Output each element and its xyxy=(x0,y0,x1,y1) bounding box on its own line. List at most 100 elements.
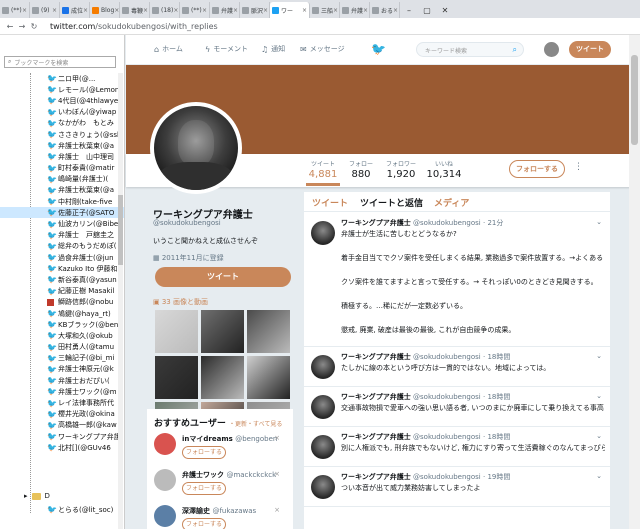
close-icon[interactable]: × xyxy=(173,7,178,14)
sidebar-scroll-thumb[interactable] xyxy=(118,195,123,265)
bookmark-item[interactable]: 🐦 櫻井光政(@okina xyxy=(0,409,124,420)
bookmark-item[interactable]: 🐦 嶋崎量(弁護士)( xyxy=(0,174,124,185)
bookmark-item[interactable]: 🐦 過食弁護士(@jun xyxy=(0,252,124,263)
user-avatar[interactable] xyxy=(154,469,176,491)
user-name[interactable]: 弁護士ワック @mackckckck xyxy=(182,470,276,480)
reload-icon[interactable]: ↻ xyxy=(28,22,40,31)
more-icon[interactable]: ⋮ xyxy=(574,162,583,172)
close-window-icon[interactable]: ✕ xyxy=(436,2,454,18)
media-thumbnail[interactable] xyxy=(201,310,244,353)
browser-tab[interactable]: 毒鞭 × xyxy=(120,2,150,18)
bookmark-item[interactable]: 🐦 弁護士神原元(@k xyxy=(0,364,124,375)
bookmark-item[interactable]: 🐦 弁護士秋葉束(@a xyxy=(0,185,124,196)
bookmark-item[interactable]: 🐦 中村剛(take-five xyxy=(0,196,124,207)
tweet[interactable]: ワーキングプア弁護士 @sokudokubengosi · 18時間 ⌄ 別に人権派… xyxy=(304,427,610,467)
tweet-time[interactable]: 18時間 xyxy=(487,393,510,401)
user-name[interactable]: inマイdreams @bengoben xyxy=(182,434,277,444)
bookmark-item[interactable]: 鰤跡信郎(@nobu xyxy=(0,297,124,308)
close-icon[interactable]: × xyxy=(302,7,307,14)
stat-following[interactable]: フォロー 880 xyxy=(348,159,374,180)
twitter-logo-icon[interactable]: 🐦 xyxy=(371,42,386,56)
tab-tweets-replies[interactable]: ツイートと返信 xyxy=(360,196,423,209)
close-icon[interactable]: × xyxy=(143,7,148,14)
bookmark-item[interactable]: 🐦 Kazuko Ito 伊藤和 xyxy=(0,263,124,274)
bookmark-item[interactable]: 🐦 4代目(@4thlawye xyxy=(0,95,124,106)
tweet-author-name[interactable]: ワーキングプア弁護士 xyxy=(341,219,411,227)
bookmark-item[interactable]: 🐦 紀藤正樹 Masakil xyxy=(0,286,124,297)
twitter-search-input[interactable]: キーワード検索 ⌕ xyxy=(416,42,524,57)
close-icon[interactable]: × xyxy=(202,7,207,14)
tweet[interactable]: ワーキングプア弁護士 @sokudokubengosi · 18時間 ⌄ 交通事故物… xyxy=(304,387,610,427)
chevron-down-icon[interactable]: ⌄ xyxy=(596,352,602,360)
tweet-to-button[interactable]: ツイート xyxy=(155,267,291,287)
tweet-time[interactable]: 21分 xyxy=(487,219,503,227)
nav-messages[interactable]: ✉ メッセージ xyxy=(300,44,345,54)
tweet-author-name[interactable]: ワーキングプア弁護士 xyxy=(341,353,411,361)
browser-tab[interactable]: ワー × xyxy=(270,2,310,18)
account-avatar[interactable] xyxy=(544,42,559,57)
sidebar-scrollbar[interactable] xyxy=(118,73,123,529)
chevron-down-icon[interactable]: ⌄ xyxy=(596,392,602,400)
bookmark-search-input[interactable]: ⌕ ブックマークを検索 xyxy=(4,56,116,68)
forward-icon[interactable]: → xyxy=(16,22,28,31)
bookmark-item[interactable]: 🐦 弁護士秋葉束(@a xyxy=(0,140,124,151)
bookmark-item[interactable]: 🐦 総弁のもうだめぽ( xyxy=(0,241,124,252)
tweet-avatar[interactable] xyxy=(311,395,335,419)
bookmark-item[interactable]: 🐦 いわぼん(@yiwap xyxy=(0,107,124,118)
tweet-author-name[interactable]: ワーキングプア弁護士 xyxy=(341,393,411,401)
browser-tab[interactable]: 三船 × xyxy=(310,2,340,18)
media-thumbnail[interactable] xyxy=(247,310,290,353)
bookmark-item[interactable]: 🐦 大塚和久(@okub xyxy=(0,330,124,341)
tab-tweets[interactable]: ツイート xyxy=(312,196,348,209)
bookmark-item[interactable]: 🐦 北村[](@GUv46 xyxy=(0,442,124,453)
tweet-time[interactable]: 19時間 xyxy=(487,473,510,481)
chevron-down-icon[interactable]: ⌄ xyxy=(596,432,602,440)
who-to-follow-links[interactable]: ・更新・すべて見る xyxy=(229,419,282,428)
browser-tab[interactable]: (18) × xyxy=(150,2,180,18)
profile-avatar[interactable] xyxy=(150,102,242,194)
browser-tab[interactable]: (**) × xyxy=(180,2,210,18)
stat-likes[interactable]: いいね 10,314 xyxy=(426,159,462,180)
close-icon[interactable]: × xyxy=(52,7,57,14)
bookmark-item[interactable]: 🐦 二ロ甲(@... xyxy=(0,73,124,84)
minimize-icon[interactable]: – xyxy=(400,2,418,18)
bookmark-item[interactable]: 🐦 ワーキングプア弁護 xyxy=(0,431,124,442)
tweet[interactable]: ワーキングプア弁護士 @sokudokubengosi · 21分 ⌄ 弁護士が生活… xyxy=(304,213,610,347)
tweet-author-name[interactable]: ワーキングプア弁護士 xyxy=(341,433,411,441)
bookmark-item[interactable]: 🐦 佐藤正子(@SATO xyxy=(0,207,124,219)
dismiss-icon[interactable]: × xyxy=(274,470,280,478)
stat-tweets[interactable]: ツイート 4,881 xyxy=(306,159,340,186)
bookmark-item[interactable]: 🐦 弁護士 山中理司 xyxy=(0,151,124,162)
media-thumbnail[interactable] xyxy=(201,356,244,399)
bookmark-item[interactable]: 🐦 田村勇人(@tamu xyxy=(0,342,124,353)
chevron-down-icon[interactable]: ⌄ xyxy=(596,472,602,480)
close-icon[interactable]: × xyxy=(22,7,27,14)
user-avatar[interactable] xyxy=(154,433,176,455)
follow-user-button[interactable]: フォローする xyxy=(182,518,226,529)
dismiss-icon[interactable]: × xyxy=(274,434,280,442)
expand-icon[interactable]: ▸ xyxy=(24,492,28,500)
nav-notifications[interactable]: ♫ 通知 xyxy=(261,44,285,54)
bookmark-item[interactable]: 🐦 高橋雄一郎(@kaw xyxy=(0,420,124,431)
page-scroll-thumb[interactable] xyxy=(631,55,638,145)
browser-tab[interactable]: (**) × xyxy=(0,2,30,18)
bookmark-item[interactable]: 🐦 鳩鍵(@haya_rt) xyxy=(0,308,124,319)
tweet-author-name[interactable]: ワーキングプア弁護士 xyxy=(341,473,411,481)
tweet-avatar[interactable] xyxy=(311,475,335,499)
close-icon[interactable]: × xyxy=(363,7,368,14)
bookmark-item[interactable]: 🐦 弁護士ワック(@m xyxy=(0,386,124,397)
bookmark-item[interactable]: 🐦 なかがわ もとみ xyxy=(0,118,124,129)
browser-tab[interactable]: 成位 × xyxy=(60,2,90,18)
bookmark-item[interactable]: 🐦 とらる(@lit_soc) xyxy=(0,504,124,515)
bookmark-item[interactable]: 🐦 弁護士 戸舘圭之 xyxy=(0,230,124,241)
close-icon[interactable]: × xyxy=(83,7,88,14)
bookmark-item[interactable]: 🐦 仙波カリン(@Bibe xyxy=(0,218,124,229)
bookmark-item[interactable]: 🐦 新谷泰真(@yasun xyxy=(0,274,124,285)
back-icon[interactable]: ← xyxy=(4,22,16,31)
nav-home[interactable]: ⌂ ホーム xyxy=(154,44,183,54)
tweet-time[interactable]: 18時間 xyxy=(487,353,510,361)
bookmark-folder[interactable]: ▸ D xyxy=(24,492,50,500)
browser-tab[interactable]: 弁護 × xyxy=(210,2,240,18)
close-icon[interactable]: × xyxy=(114,7,119,14)
browser-tab[interactable]: 弁護 × xyxy=(340,2,370,18)
